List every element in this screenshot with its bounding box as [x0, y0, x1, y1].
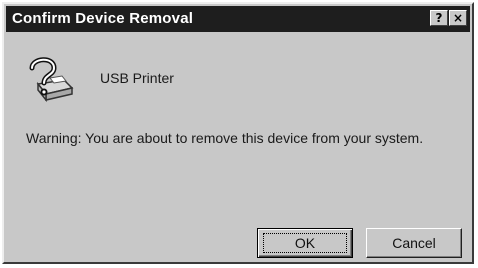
confirm-device-removal-dialog: Confirm Device Removal ? × USB Printer W… — [2, 2, 474, 264]
ok-button-label: OK — [294, 235, 316, 251]
window-title: Confirm Device Removal — [12, 10, 194, 27]
help-button[interactable]: ? — [430, 10, 448, 26]
question-printer-icon — [24, 54, 76, 106]
cancel-button[interactable]: Cancel — [366, 228, 462, 258]
warning-message: Warning: You are about to remove this de… — [26, 130, 424, 146]
title-bar: Confirm Device Removal ? × — [6, 6, 470, 32]
ok-button[interactable]: OK — [257, 228, 353, 258]
device-name: USB Printer — [100, 70, 174, 86]
close-button[interactable]: × — [449, 10, 467, 26]
